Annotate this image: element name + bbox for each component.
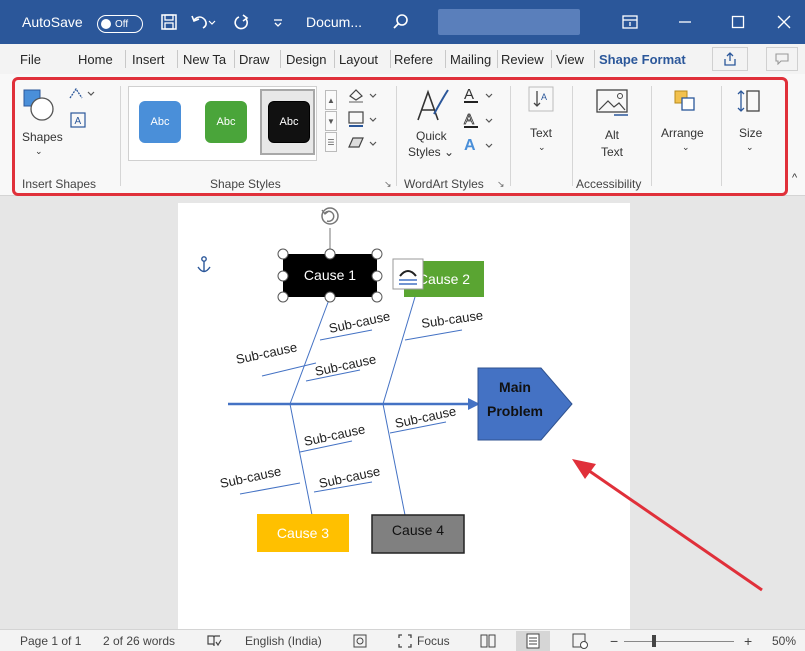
- print-layout-icon[interactable]: [526, 630, 540, 651]
- cause-1-box[interactable]: Cause 1: [283, 228, 377, 297]
- proofing-icon[interactable]: [206, 630, 222, 651]
- subcause-label[interactable]: Sub-cause: [318, 463, 382, 491]
- zoom-level[interactable]: 50%: [772, 630, 796, 651]
- subcause-label[interactable]: Sub-cause: [235, 339, 299, 367]
- fishbone-diagram: Sub-cause Sub-cause Sub-cause Sub-cause …: [197, 207, 763, 592]
- zoom-slider-thumb[interactable]: [652, 635, 656, 647]
- subcause-label[interactable]: Sub-cause: [328, 308, 392, 336]
- zoom-slider-track[interactable]: [624, 641, 734, 642]
- subcause-label[interactable]: Sub-cause: [219, 463, 283, 491]
- subcause-label[interactable]: Sub-cause: [420, 307, 484, 331]
- annotation-arrow-icon: [572, 459, 763, 592]
- status-bar: Page 1 of 1 2 of 26 words English (India…: [0, 629, 805, 651]
- rotate-handle-icon[interactable]: [321, 207, 339, 225]
- cause-3-label: Cause 3: [277, 525, 329, 541]
- cause-1-label: Cause 1: [304, 267, 356, 283]
- cause-3-box[interactable]: Cause 3: [257, 514, 349, 552]
- page-count[interactable]: Page 1 of 1: [20, 630, 81, 651]
- bone-cause3: [289, 403, 313, 516]
- layout-options-icon[interactable]: [392, 258, 424, 290]
- read-mode-icon[interactable]: [480, 630, 496, 651]
- cause-4-box[interactable]: Cause 4: [371, 514, 465, 554]
- zoom-in-button[interactable]: +: [744, 630, 752, 651]
- subcause-label[interactable]: Sub-cause: [314, 351, 378, 379]
- web-layout-icon[interactable]: [572, 630, 588, 651]
- zoom-out-button[interactable]: −: [610, 630, 618, 651]
- focus-button[interactable]: Focus: [417, 630, 450, 651]
- cause-2-label: Cause 2: [418, 271, 470, 287]
- language-status[interactable]: English (India): [245, 630, 322, 651]
- text-predictions-icon[interactable]: [353, 630, 367, 651]
- main-problem-shape[interactable]: Main Problem: [477, 367, 573, 441]
- main-problem-label-2: Problem: [487, 403, 543, 419]
- subcause-label[interactable]: Sub-cause: [394, 403, 458, 431]
- subcause-line: [261, 362, 317, 377]
- anchor-icon: [197, 256, 211, 273]
- cause-4-label: Cause 4: [392, 522, 444, 538]
- subcause-line: [404, 329, 463, 341]
- word-count[interactable]: 2 of 26 words: [103, 630, 175, 651]
- focus-icon[interactable]: [398, 630, 412, 651]
- main-problem-label-1: Main: [499, 379, 531, 395]
